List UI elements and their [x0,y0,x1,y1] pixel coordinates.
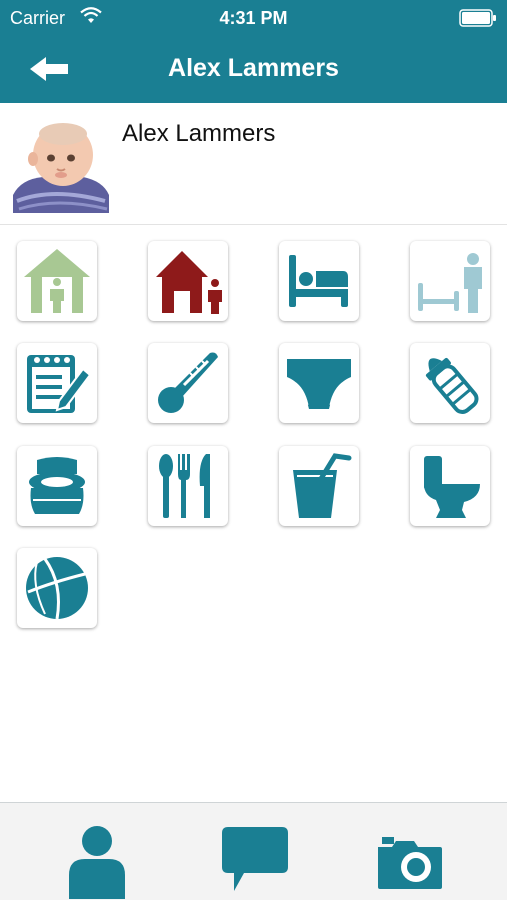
baby-photo [13,117,109,213]
diaper-button[interactable] [279,343,359,423]
toilet-icon [424,456,480,518]
wake-up-icon [418,253,482,313]
departure-button[interactable] [148,241,228,321]
tab-profile[interactable] [57,819,137,900]
thermometer-icon [158,352,218,413]
avatar[interactable] [13,117,109,213]
battery-icon [459,9,497,32]
departure-house-icon [156,251,222,314]
status-bar: Carrier 4:31 PM [0,0,507,36]
tab-messages[interactable] [214,819,294,899]
play-button[interactable] [17,548,97,628]
arrival-button[interactable] [17,241,97,321]
tab-camera[interactable] [370,819,450,899]
profile-person-icon [69,826,125,900]
toilet-button[interactable] [410,446,490,526]
meal-utensils-icon [159,454,210,518]
play-ball-icon [26,557,88,620]
drink-button[interactable] [279,446,359,526]
child-name: Alex Lammers [122,120,276,147]
messages-chat-icon [222,827,288,891]
potty-button[interactable] [17,446,97,526]
diaper-icon [287,359,351,409]
notes-button[interactable] [17,343,97,423]
temperature-button[interactable] [148,343,228,423]
arrival-house-icon [24,249,90,313]
child-profile-header: Alex Lammers [0,103,507,225]
sleep-button[interactable] [279,241,359,321]
bottle-button[interactable] [410,343,490,423]
potty-icon [29,457,85,514]
meal-button[interactable] [148,446,228,526]
notepad-icon [27,355,91,413]
tab-bar [0,802,507,900]
baby-bottle-icon [425,357,479,414]
page-title: Alex Lammers [168,54,339,82]
sleep-bed-icon [289,255,348,307]
camera-icon [378,837,442,889]
wake-up-button[interactable] [410,241,490,321]
drink-cup-icon [293,453,352,518]
navigation-bar: Alex Lammers [0,36,507,103]
status-time: 4:31 PM [219,8,288,28]
